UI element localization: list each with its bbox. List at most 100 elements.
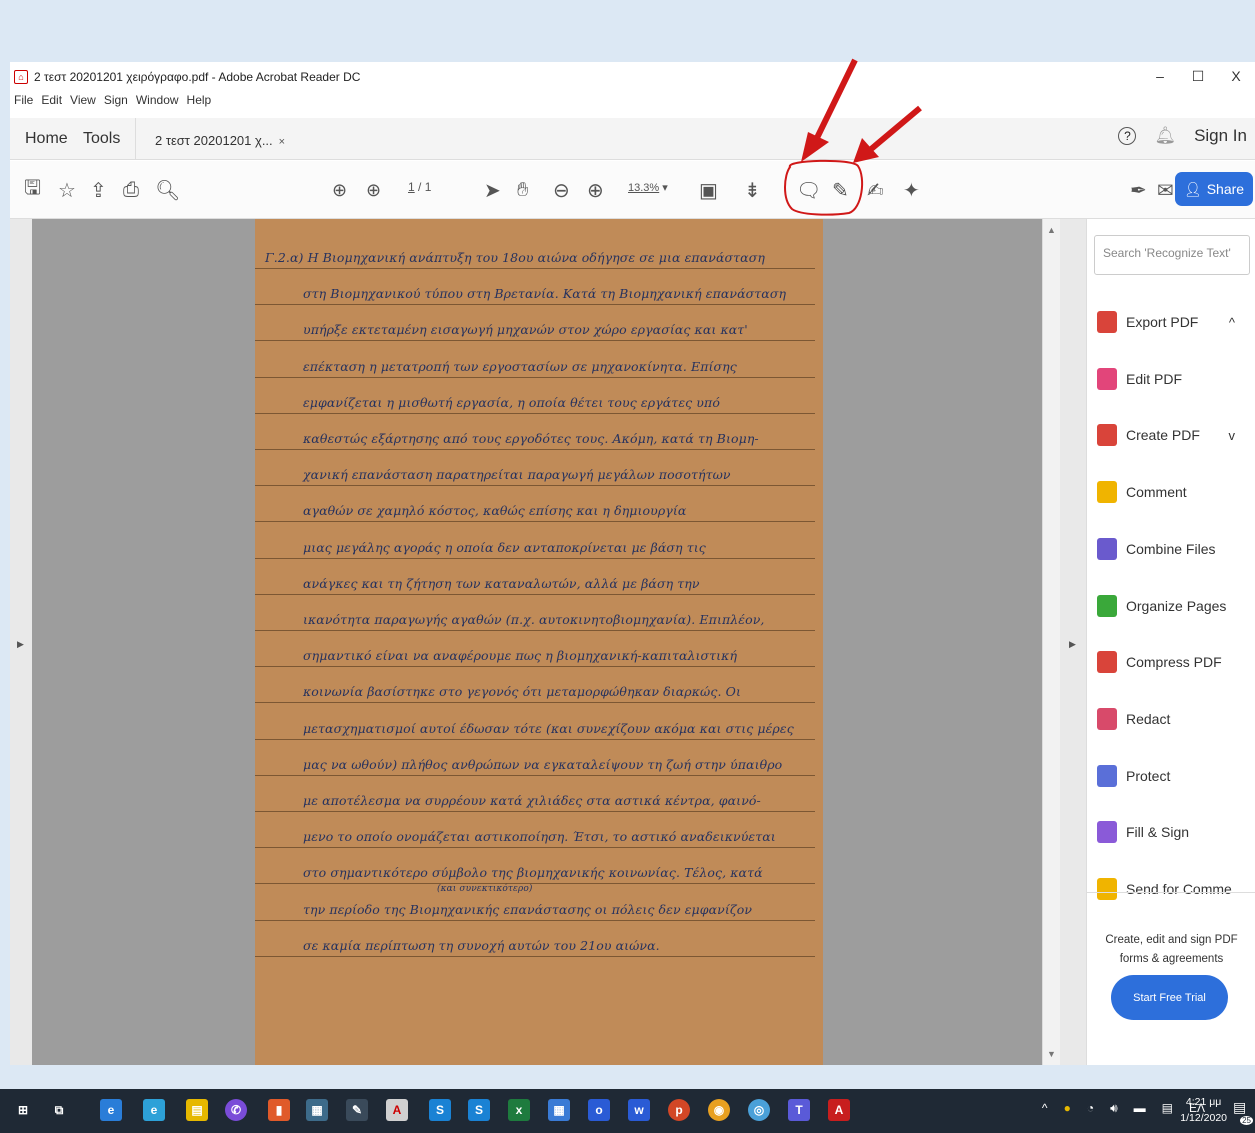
chrome-icon[interactable]: ◉ — [708, 1099, 730, 1121]
tab-tools[interactable]: Tools — [83, 130, 120, 148]
skype-icon[interactable]: S — [429, 1099, 451, 1121]
ruled-line — [255, 557, 815, 559]
ruled-line — [255, 883, 815, 885]
menu-window[interactable]: Window — [136, 93, 179, 115]
tool-item-edit-pdf[interactable]: Edit PDF — [1097, 367, 1247, 390]
excel-icon[interactable]: x — [508, 1099, 530, 1121]
vertical-scrollbar[interactable]: ▲ ▼ — [1042, 219, 1060, 1065]
menu-view[interactable]: View — [70, 93, 96, 115]
menu-file[interactable]: File — [14, 93, 33, 115]
tool-item-label: Edit PDF — [1126, 370, 1183, 387]
zoom-select[interactable]: 13.3% ▾ — [628, 181, 668, 194]
stamp-tool-icon[interactable]: ✦ — [903, 177, 920, 203]
right-panel-toggle[interactable]: ▶ — [1060, 219, 1086, 1065]
outlook-icon[interactable]: o — [588, 1099, 610, 1121]
next-page-icon[interactable]: ⊕ — [366, 177, 381, 203]
tool-item-fill-sign[interactable]: Fill & Sign — [1097, 821, 1247, 844]
bookmark-star-icon[interactable]: ☆ — [58, 177, 76, 203]
notification-bell-icon[interactable]: 🔔︎ — [1154, 126, 1176, 146]
tray-up-icon[interactable]: ^ — [1042, 1101, 1048, 1116]
pdf-app-icon[interactable]: A — [386, 1099, 408, 1121]
ruled-line — [255, 702, 815, 704]
ruled-line — [255, 593, 815, 595]
start-icon[interactable]: ⊞ — [12, 1099, 34, 1121]
select-cursor-icon[interactable]: ➤ — [484, 177, 501, 203]
help-icon[interactable]: ? — [1118, 127, 1137, 145]
chevron-icon[interactable]: ^ — [1229, 315, 1235, 330]
menu-edit[interactable]: Edit — [41, 93, 62, 115]
print-icon[interactable]: ⎙ — [123, 177, 139, 203]
search-recognize-text-input[interactable]: Search 'Recognize Text' — [1094, 235, 1250, 275]
hand-tool-icon[interactable]: ✋︎ — [517, 177, 528, 203]
edge-icon[interactable]: e — [143, 1099, 165, 1121]
handwritten-line: την περίοδο της Βιομηχανικής επανάστασης… — [303, 901, 753, 917]
share-label: Share — [1206, 181, 1245, 197]
paint-icon[interactable]: ✎ — [346, 1099, 368, 1121]
keyboard-icon[interactable]: ▤ — [1162, 1101, 1173, 1116]
minimize-button[interactable]: – — [1141, 62, 1179, 90]
tab-close-button[interactable]: × — [279, 136, 285, 148]
save-icon[interactable]: 🖫︎ — [24, 177, 41, 203]
ruled-line — [255, 774, 815, 776]
previous-page-icon[interactable]: ⊕ — [332, 177, 347, 203]
tab-document[interactable]: 2 τεστ 20201201 χ... × — [155, 133, 285, 148]
menu-help[interactable]: Help — [187, 93, 212, 115]
comment-tool-icon[interactable]: 🗨︎ — [796, 177, 821, 203]
find-icon[interactable]: 🔍︎ — [155, 177, 180, 203]
fill-sign-tool-icon[interactable]: ✍︎ — [867, 177, 884, 203]
zoom-in-icon[interactable]: ⊕ — [587, 177, 604, 203]
notification-count: 25 — [1240, 1116, 1253, 1125]
acrobat-taskbar-icon[interactable]: A — [828, 1099, 850, 1121]
network-icon[interactable]: ◔ — [1087, 1101, 1094, 1116]
page-number-field[interactable]: 1 / 1 — [408, 180, 431, 194]
scroll-down-icon[interactable]: ▼ — [1047, 1049, 1056, 1059]
tool-item-organize-pages[interactable]: Organize Pages — [1097, 594, 1247, 617]
organize-pages-icon — [1097, 594, 1117, 617]
share-button[interactable]: 👤︎ Share — [1175, 172, 1253, 206]
volume-icon[interactable]: 🔊︎ — [1110, 1101, 1118, 1116]
window-title: 2 τεστ 20201201 χειρόγραφο.pdf - Adobe A… — [34, 70, 361, 84]
clock[interactable]: 4:21 μμ 1/12/2020 — [1180, 1094, 1227, 1126]
start-free-trial-button[interactable]: Start Free Trial — [1111, 975, 1228, 1020]
word-icon[interactable]: w — [628, 1099, 650, 1121]
zoom-out-icon[interactable]: ⊖ — [553, 177, 570, 203]
tool-item-export-pdf[interactable]: Export PDF ^ — [1097, 311, 1247, 333]
ruled-line — [255, 521, 815, 523]
scroll-mode-icon[interactable]: ⇟ — [744, 177, 761, 203]
handwritten-line: εμφανίζεται η μισθωτή εργασία, η οποία θ… — [303, 394, 720, 410]
upload-icon[interactable]: ⇪ — [90, 177, 107, 203]
skype-alt-icon[interactable]: S — [468, 1099, 490, 1121]
tool-item-combine-files[interactable]: Combine Files — [1097, 537, 1247, 560]
tool-item-redact[interactable]: Redact — [1097, 707, 1247, 730]
ie-icon[interactable]: e — [100, 1099, 122, 1121]
chevron-icon[interactable]: v — [1229, 428, 1236, 443]
battery-icon[interactable]: ▬ — [1134, 1101, 1146, 1116]
app-orange-icon[interactable]: ▮ — [268, 1099, 290, 1121]
tool-item-compress-pdf[interactable]: Compress PDF — [1097, 651, 1247, 674]
tool-item-protect[interactable]: Protect — [1097, 764, 1247, 787]
task-view-icon[interactable]: ⧉ — [48, 1099, 70, 1121]
tool-item-create-pdf[interactable]: Create PDF v — [1097, 424, 1247, 447]
store-icon[interactable]: ▤ — [186, 1099, 208, 1121]
browser-icon[interactable]: ◎ — [748, 1099, 770, 1121]
notification-center-icon[interactable]: ▤ 25 — [1233, 1099, 1253, 1125]
fit-page-icon[interactable]: ▣ — [699, 177, 718, 203]
powerpoint-icon[interactable]: p — [668, 1099, 690, 1121]
viber-icon[interactable]: ✆ — [225, 1099, 247, 1121]
menu-sign[interactable]: Sign — [104, 93, 128, 115]
tool-item-comment[interactable]: Comment — [1097, 481, 1247, 504]
maximize-button[interactable]: ☐ — [1179, 62, 1217, 90]
left-panel-toggle[interactable]: ▶ — [10, 219, 32, 1065]
tray-app-icon[interactable]: ● — [1064, 1101, 1071, 1116]
close-window-button[interactable]: X — [1217, 62, 1255, 90]
scroll-up-icon[interactable]: ▲ — [1047, 225, 1056, 235]
tab-home[interactable]: Home — [25, 130, 68, 148]
pen-sign-icon[interactable]: ✒ — [1130, 177, 1147, 203]
highlight-pen-icon[interactable]: ✎ — [832, 177, 849, 203]
file-manager-icon[interactable]: ▦ — [548, 1099, 570, 1121]
handwritten-line: μετασχηματισμοί αυτοί έδωσαν τότε (και σ… — [303, 720, 794, 736]
teams-icon[interactable]: T — [788, 1099, 810, 1121]
sign-in-link[interactable]: Sign In — [1194, 126, 1247, 146]
calculator-icon[interactable]: ▦ — [306, 1099, 328, 1121]
email-icon[interactable]: ✉ — [1157, 177, 1174, 203]
